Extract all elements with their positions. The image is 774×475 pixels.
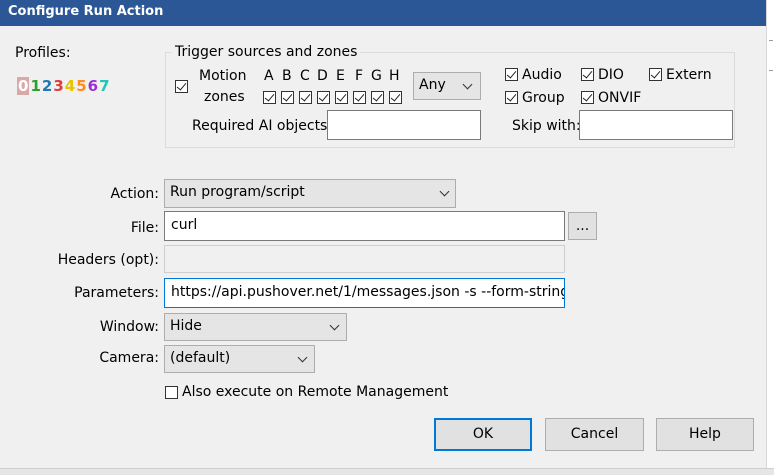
profile-3[interactable]: 3: [53, 77, 63, 95]
profile-7[interactable]: 7: [99, 77, 109, 95]
motion-zones-checkbox[interactable]: [175, 80, 188, 93]
background-window-edge: [766, 0, 774, 474]
required-ai-input[interactable]: [327, 110, 481, 140]
audio-label: Audio: [522, 67, 562, 83]
zones-label: zones: [204, 89, 245, 105]
file-input[interactable]: curl: [164, 211, 565, 241]
profile-1[interactable]: 1: [30, 77, 40, 95]
parameters-label: Parameters:: [74, 285, 159, 301]
remote-management-label: Also execute on Remote Management: [182, 384, 449, 400]
zone-f-checkbox[interactable]: [353, 91, 366, 104]
zone-c-checkbox[interactable]: [299, 91, 312, 104]
motion-label: Motion: [199, 68, 247, 84]
action-value: Run program/script: [170, 184, 305, 200]
zone-e-label: E: [336, 68, 345, 84]
zone-h-checkbox[interactable]: [389, 91, 402, 104]
profile-2[interactable]: 2: [42, 77, 52, 95]
required-ai-label: Required AI objects:: [192, 118, 333, 134]
profile-4[interactable]: 4: [65, 77, 75, 95]
zone-logic-dropdown[interactable]: Any: [413, 72, 481, 100]
zone-a-checkbox[interactable]: [263, 91, 276, 104]
group-label: Group: [522, 90, 565, 106]
profile-5[interactable]: 5: [76, 77, 86, 95]
audio-checkbox[interactable]: [505, 68, 518, 81]
chevron-down-icon: [297, 352, 308, 363]
ok-button[interactable]: OK: [434, 418, 532, 451]
profile-6[interactable]: 6: [88, 77, 98, 95]
zone-a-label: A: [264, 68, 274, 84]
camera-dropdown[interactable]: (default): [164, 345, 315, 373]
extern-checkbox[interactable]: [649, 68, 662, 81]
dio-checkbox[interactable]: [581, 68, 594, 81]
parameters-input[interactable]: https://api.pushover.net/1/messages.json…: [164, 278, 565, 308]
chevron-down-icon: [462, 79, 473, 90]
trigger-group-title: Trigger sources and zones: [172, 44, 361, 60]
remote-management-checkbox[interactable]: [165, 386, 178, 399]
window-dropdown[interactable]: Hide: [164, 313, 347, 341]
group-checkbox[interactable]: [505, 91, 518, 104]
window-title: Configure Run Action: [8, 4, 164, 19]
file-value: curl: [171, 217, 198, 233]
profiles-label: Profiles:: [15, 45, 71, 61]
action-dropdown[interactable]: Run program/script: [164, 179, 456, 208]
zone-g-label: G: [371, 68, 382, 84]
file-label: File:: [130, 220, 159, 236]
profiles-row: 0 1234567: [17, 77, 110, 95]
action-label: Action:: [110, 186, 159, 202]
headers-label: Headers (opt):: [57, 252, 159, 268]
zone-h-label: H: [389, 68, 400, 84]
chevron-down-icon: [439, 186, 450, 197]
zone-logic-value: Any: [419, 77, 446, 93]
window-value: Hide: [170, 318, 202, 334]
parameters-value: https://api.pushover.net/1/messages.json…: [171, 284, 565, 300]
extern-label: Extern: [666, 67, 712, 83]
skip-with-input[interactable]: [579, 110, 733, 140]
onvif-checkbox[interactable]: [581, 91, 594, 104]
cancel-button[interactable]: Cancel: [545, 418, 644, 451]
window-label: Window:: [99, 319, 159, 335]
skip-with-label: Skip with:: [512, 118, 581, 134]
onvif-label: ONVIF: [598, 90, 642, 106]
zone-e-checkbox[interactable]: [335, 91, 348, 104]
zone-b-checkbox[interactable]: [281, 91, 294, 104]
zone-d-checkbox[interactable]: [317, 91, 330, 104]
zone-c-label: C: [300, 68, 310, 84]
zone-d-label: D: [317, 68, 328, 84]
camera-label: Camera:: [99, 350, 159, 366]
browse-button[interactable]: ...: [568, 212, 597, 240]
help-button[interactable]: Help: [656, 418, 754, 451]
profile-0[interactable]: 0: [17, 77, 30, 95]
zone-g-checkbox[interactable]: [371, 91, 384, 104]
headers-input[interactable]: [164, 245, 565, 273]
title-bar: Configure Run Action: [0, 0, 766, 26]
camera-value: (default): [170, 350, 231, 366]
zone-b-label: B: [282, 68, 292, 84]
chevron-down-icon: [329, 320, 340, 331]
dio-label: DIO: [598, 67, 624, 83]
zone-f-label: F: [355, 68, 364, 84]
